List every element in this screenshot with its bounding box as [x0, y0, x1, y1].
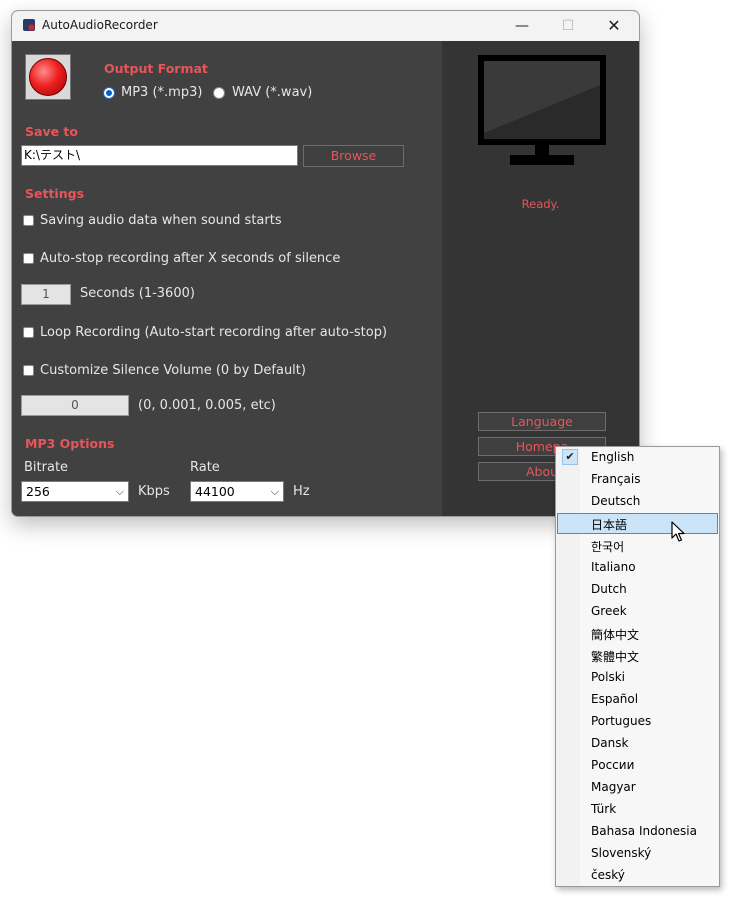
loop-recording-label: Loop Recording (Auto-start recording aft…	[40, 325, 388, 340]
loop-recording-checkbox[interactable]	[23, 327, 34, 338]
menu-item-cesky[interactable]: český	[557, 865, 718, 886]
menu-item-label: 簡体中文	[591, 628, 640, 642]
menu-item-espanol[interactable]: Español	[557, 689, 718, 710]
app-icon	[23, 19, 35, 31]
menu-item-russian[interactable]: России	[557, 755, 718, 776]
app-window: AutoAudioRecorder — ☐ ✕ Output Format MP…	[11, 10, 640, 517]
rate-select[interactable]: 44100 ⌵	[190, 481, 284, 502]
title-bar[interactable]: AutoAudioRecorder — ☐ ✕	[12, 11, 639, 41]
minimize-button[interactable]: —	[500, 15, 544, 37]
menu-item-label: Français	[591, 472, 641, 486]
checkmark-icon: ✔	[562, 449, 578, 465]
menu-item-label: Greek	[591, 604, 627, 618]
bitrate-label: Bitrate	[24, 460, 69, 475]
menu-item-english[interactable]: ✔ English	[557, 447, 718, 468]
menu-item-deutsch[interactable]: Deutsch	[557, 491, 718, 512]
auto-stop-label: Auto-stop recording after X seconds of s…	[40, 251, 341, 266]
wav-radio[interactable]	[213, 87, 225, 99]
saving-on-sound-label: Saving audio data when sound starts	[40, 213, 282, 228]
silence-volume-hint: (0, 0.001, 0.005, etc)	[138, 398, 276, 413]
menu-item-label: Türk	[591, 802, 617, 816]
main-panel: Output Format MP3 (*.mp3) WAV (*.wav) Sa…	[12, 41, 442, 516]
menu-item-label: 한국어	[591, 540, 625, 554]
auto-stop-checkbox[interactable]	[23, 253, 34, 264]
menu-item-label: 日本語	[591, 518, 628, 532]
menu-item-label: Polski	[591, 670, 626, 684]
menu-item-label: Bahasa Indonesia	[591, 824, 697, 838]
menu-item-bahasa-indonesia[interactable]: Bahasa Indonesia	[557, 821, 718, 842]
menu-item-label: Dansk	[591, 736, 629, 750]
window-title: AutoAudioRecorder	[42, 18, 158, 32]
bitrate-value: 256	[26, 484, 50, 499]
seconds-label: Seconds (1-3600)	[80, 286, 195, 301]
record-button[interactable]	[25, 54, 71, 100]
language-menu: ✔ English Français Deutsch 日本語 한국어 Itali…	[555, 446, 720, 887]
menu-item-francais[interactable]: Français	[557, 469, 718, 490]
menu-item-turk[interactable]: Türk	[557, 799, 718, 820]
menu-item-label: 繁體中文	[591, 650, 640, 664]
menu-item-label: Italiano	[591, 560, 636, 574]
menu-item-slovensky[interactable]: Slovenský	[557, 843, 718, 864]
browse-button[interactable]: Browse	[303, 145, 404, 167]
bitrate-select[interactable]: 256 ⌵	[21, 481, 129, 502]
rate-label: Rate	[190, 460, 220, 475]
record-icon	[29, 58, 67, 96]
language-button[interactable]: Language	[478, 412, 606, 431]
menu-item-label: Deutsch	[591, 494, 641, 508]
chevron-down-icon: ⌵	[270, 485, 279, 498]
menu-item-label: Español	[591, 692, 639, 706]
chevron-down-icon: ⌵	[115, 485, 124, 498]
menu-item-label: Dutch	[591, 582, 627, 596]
menu-item-korean[interactable]: 한국어	[557, 535, 718, 556]
silence-volume-label: Customize Silence Volume (0 by Default)	[40, 363, 306, 378]
wav-radio-label: WAV (*.wav)	[232, 85, 313, 100]
menu-item-traditional-chinese[interactable]: 繁體中文	[557, 645, 718, 666]
saving-on-sound-checkbox[interactable]	[23, 215, 34, 226]
menu-item-label: český	[591, 868, 625, 882]
menu-item-portugues[interactable]: Portugues	[557, 711, 718, 732]
menu-item-magyar[interactable]: Magyar	[557, 777, 718, 798]
rate-unit: Hz	[293, 484, 310, 499]
silence-volume-checkbox[interactable]	[23, 365, 34, 376]
rate-value: 44100	[195, 484, 235, 499]
menu-item-label: Portugues	[591, 714, 652, 728]
menu-item-greek[interactable]: Greek	[557, 601, 718, 622]
maximize-button[interactable]: ☐	[546, 15, 590, 37]
menu-item-japanese[interactable]: 日本語	[557, 513, 718, 534]
save-path-input[interactable]: K:\テスト\	[21, 145, 298, 166]
save-to-title: Save to	[25, 124, 78, 139]
seconds-input[interactable]: 1	[21, 284, 71, 305]
mp3-options-title: MP3 Options	[25, 436, 115, 451]
close-button[interactable]: ✕	[592, 15, 636, 37]
settings-title: Settings	[25, 186, 85, 201]
mp3-radio-label: MP3 (*.mp3)	[121, 85, 203, 100]
menu-item-italiano[interactable]: Italiano	[557, 557, 718, 578]
status-text: Ready.	[521, 197, 560, 211]
mouse-cursor-icon	[671, 521, 685, 542]
menu-item-label: English	[591, 450, 635, 464]
menu-item-polski[interactable]: Polski	[557, 667, 718, 688]
bitrate-unit: Kbps	[138, 484, 170, 499]
menu-item-dutch[interactable]: Dutch	[557, 579, 718, 600]
menu-item-label: Slovenský	[591, 846, 652, 860]
silence-volume-input[interactable]: 0	[21, 395, 129, 416]
monitor-icon	[478, 55, 606, 165]
side-panel: Ready. Language Homepa Abou	[442, 41, 639, 516]
mp3-radio[interactable]	[103, 87, 115, 99]
menu-item-label: Magyar	[591, 780, 636, 794]
menu-item-simplified-chinese[interactable]: 簡体中文	[557, 623, 718, 644]
menu-item-label: России	[591, 758, 635, 772]
menu-item-dansk[interactable]: Dansk	[557, 733, 718, 754]
output-format-title: Output Format	[104, 61, 208, 76]
